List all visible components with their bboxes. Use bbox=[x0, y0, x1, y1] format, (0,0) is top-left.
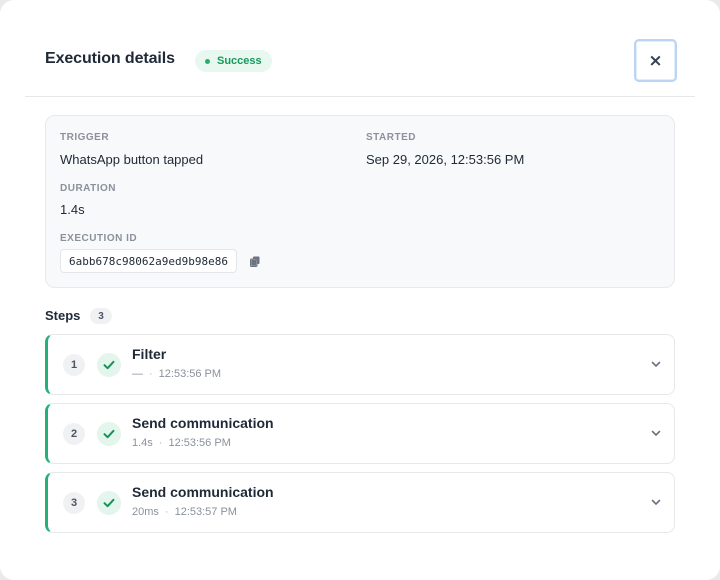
step-duration: — bbox=[132, 368, 143, 380]
chevron-down-icon[interactable] bbox=[650, 358, 662, 370]
modal-title: Execution details bbox=[45, 50, 175, 67]
execution-id-value: 6abb678c98062a9ed9b98e86 bbox=[60, 249, 237, 273]
status-badge-label: Success bbox=[217, 55, 262, 67]
step-row[interactable]: 3 Send communication 20ms · 12:53:57 PM bbox=[45, 472, 675, 533]
started-value: Sep 29, 2026, 12:53:56 PM bbox=[366, 152, 525, 167]
execution-details-modal: Execution details Success × TRIGGER What… bbox=[0, 0, 720, 580]
chevron-down-icon[interactable] bbox=[650, 427, 662, 439]
meta-separator: · bbox=[158, 437, 163, 449]
step-name: Send communication bbox=[132, 415, 274, 431]
duration-value: 1.4s bbox=[60, 202, 85, 217]
execution-id-label: EXECUTION ID bbox=[60, 233, 138, 244]
step-status bbox=[97, 422, 121, 446]
step-meta: 20ms · 12:53:57 PM bbox=[132, 506, 237, 518]
close-button[interactable]: × bbox=[634, 39, 677, 82]
steps-count-badge: 3 bbox=[90, 308, 112, 324]
modal-header: Execution details Success × bbox=[25, 0, 695, 97]
step-name: Send communication bbox=[132, 484, 274, 500]
step-name: Filter bbox=[132, 346, 167, 362]
step-time: 12:53:56 PM bbox=[158, 368, 222, 380]
status-dot-icon bbox=[205, 58, 210, 64]
step-duration: 20ms bbox=[132, 506, 159, 518]
step-time: 12:53:57 PM bbox=[174, 506, 237, 518]
check-icon bbox=[103, 360, 115, 370]
check-icon bbox=[103, 498, 115, 508]
started-label: STARTED bbox=[366, 132, 416, 143]
step-row[interactable]: 1 Filter — · 12:53:56 PM bbox=[45, 334, 675, 395]
step-row[interactable]: 2 Send communication 1.4s · 12:53:56 PM bbox=[45, 403, 675, 464]
step-meta: — · 12:53:56 PM bbox=[132, 368, 221, 380]
copy-icon[interactable] bbox=[250, 256, 260, 267]
step-meta: 1.4s · 12:53:56 PM bbox=[132, 437, 231, 449]
meta-separator: · bbox=[149, 368, 153, 380]
trigger-label: TRIGGER bbox=[60, 132, 110, 143]
step-number: 1 bbox=[63, 354, 85, 376]
step-number: 2 bbox=[63, 423, 85, 445]
trigger-value: WhatsApp button tapped bbox=[60, 152, 204, 167]
check-icon bbox=[103, 429, 115, 439]
meta-separator: · bbox=[164, 506, 169, 518]
execution-summary-card: TRIGGER WhatsApp button tapped STARTED S… bbox=[45, 115, 675, 288]
duration-label: DURATION bbox=[60, 183, 117, 194]
step-status bbox=[97, 491, 121, 515]
step-number: 3 bbox=[63, 492, 85, 514]
close-icon: × bbox=[648, 50, 663, 71]
step-time: 12:53:56 PM bbox=[168, 437, 231, 449]
steps-heading: Steps bbox=[45, 308, 81, 323]
status-badge: Success bbox=[195, 50, 272, 72]
step-duration: 1.4s bbox=[132, 437, 153, 449]
chevron-down-icon[interactable] bbox=[650, 496, 662, 508]
step-status bbox=[97, 353, 121, 377]
